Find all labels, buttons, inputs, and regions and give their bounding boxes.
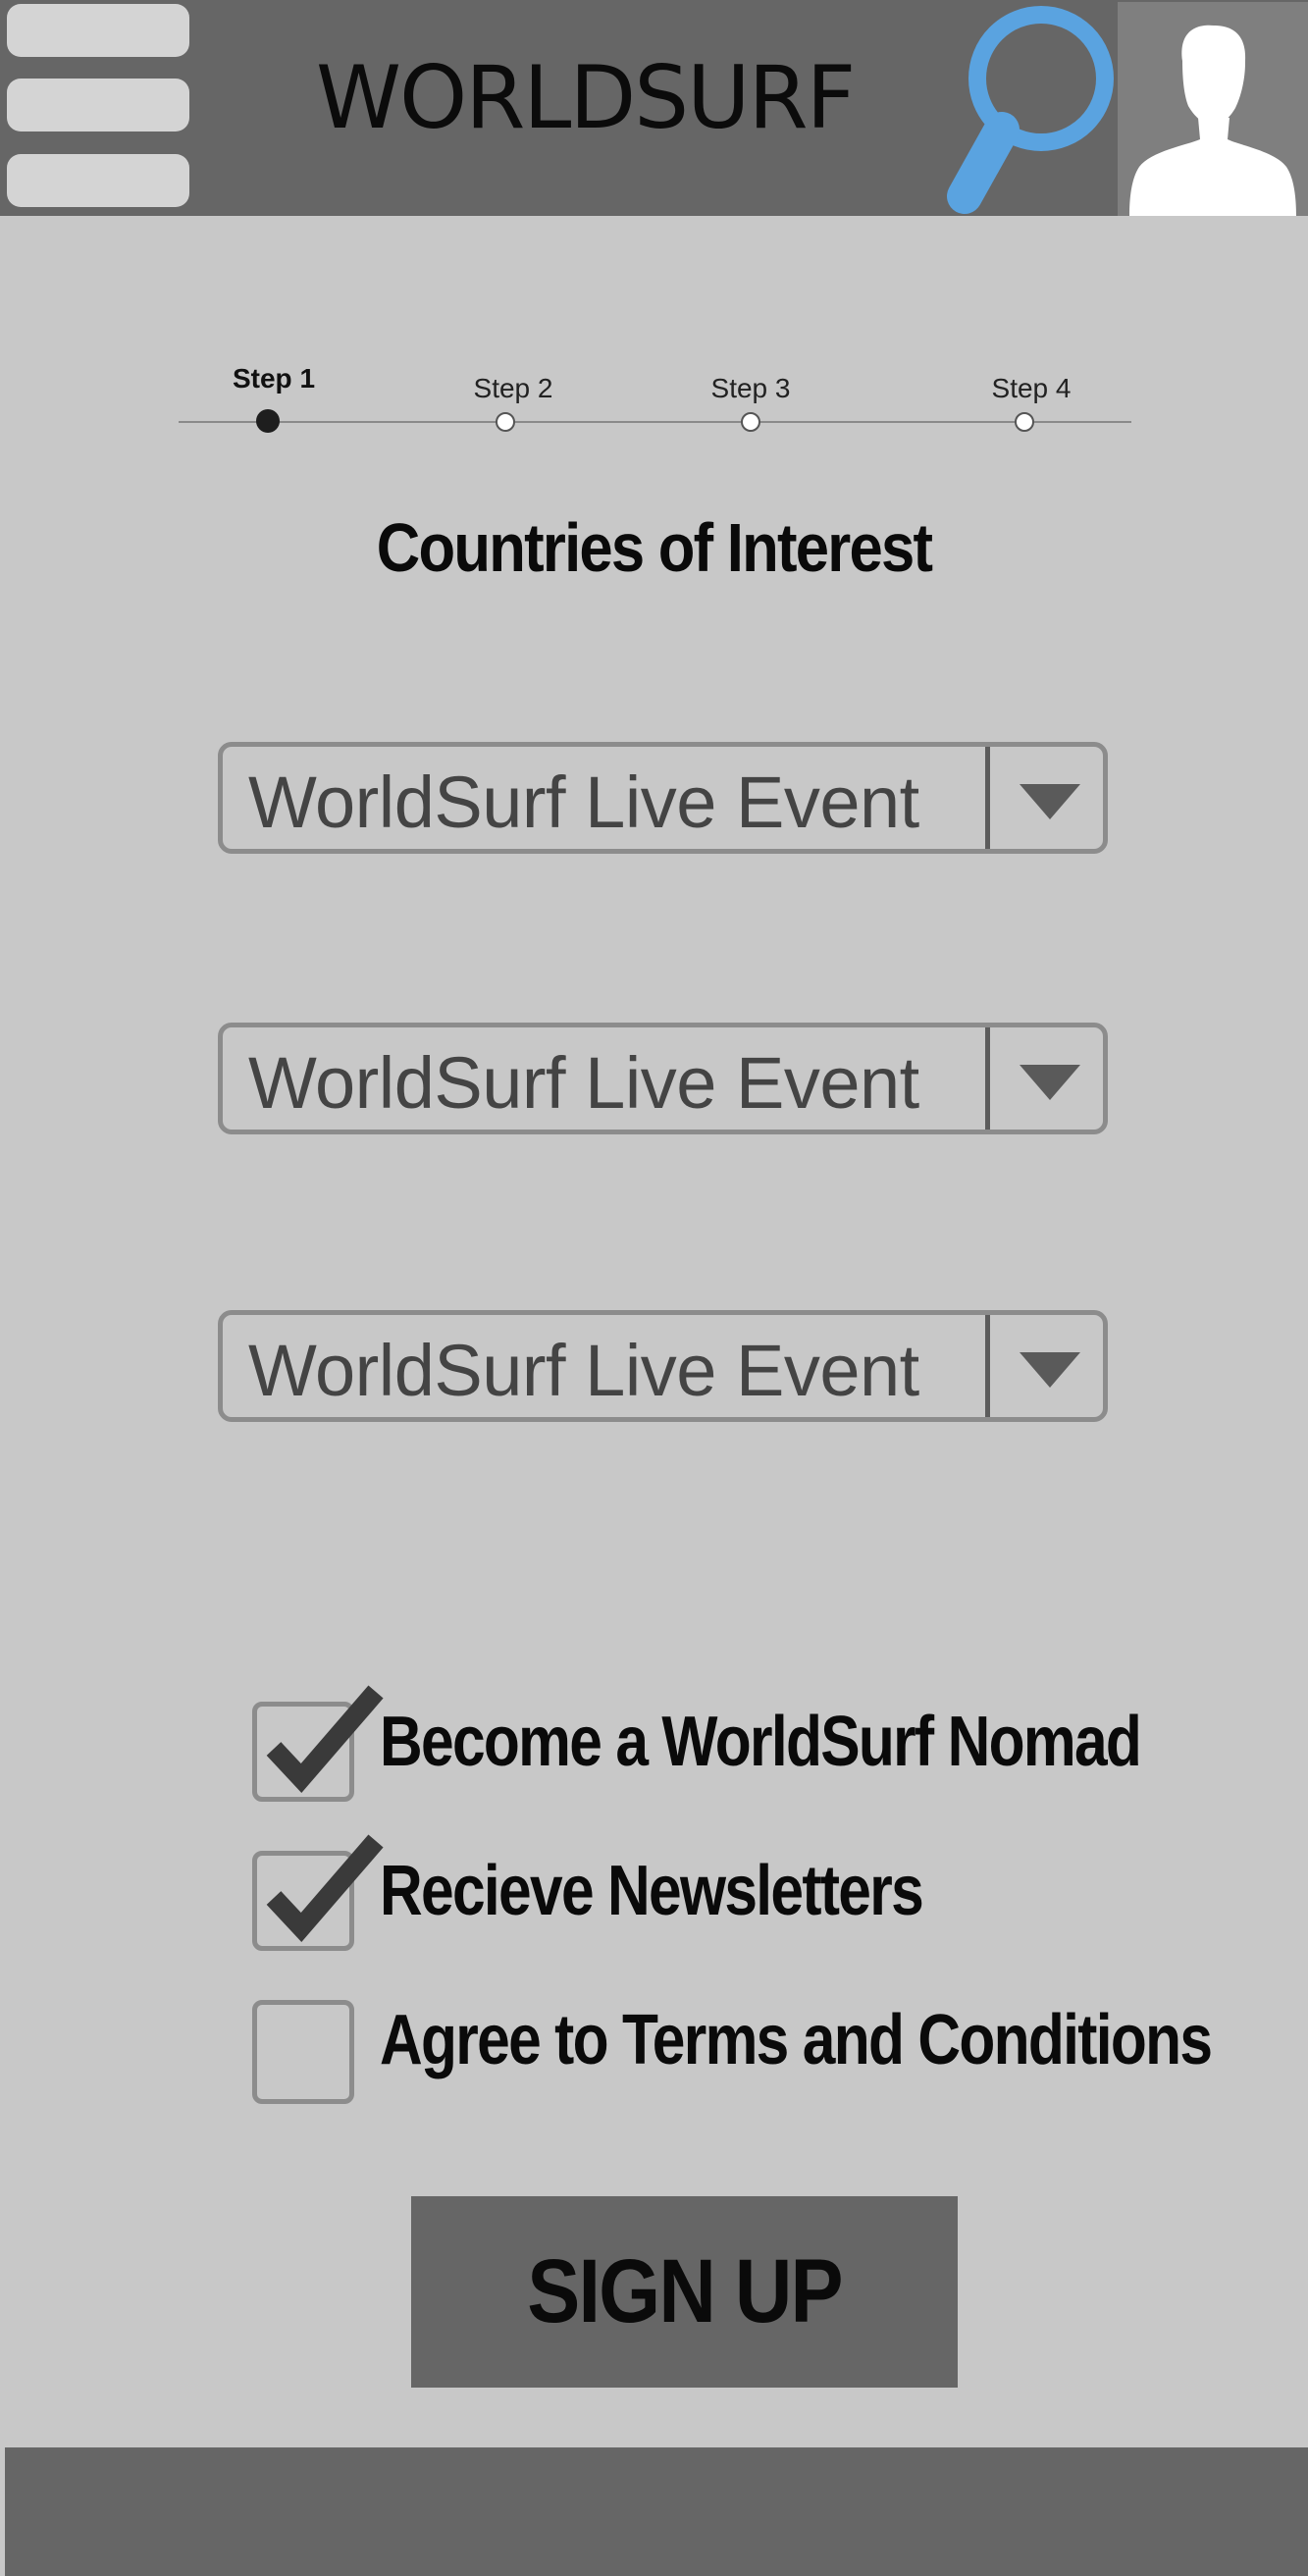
step-4-dot	[1015, 412, 1034, 432]
step-3-label: Step 3	[710, 373, 791, 403]
select-divider	[985, 747, 990, 849]
page-title: Countries of Interest	[376, 509, 933, 586]
select-divider	[985, 1315, 990, 1417]
step-2-dot	[496, 412, 515, 432]
country-select-value: WorldSurf Live Event	[248, 762, 919, 843]
step-1-label: Step 1	[232, 363, 316, 394]
newsletter-checkbox-row[interactable]: Recieve Newsletters	[252, 1834, 1302, 1959]
step-3-dot	[741, 412, 760, 432]
step-1-dot	[256, 409, 280, 433]
country-select-1[interactable]: WorldSurf Live Event	[218, 742, 1108, 854]
country-select-3[interactable]: WorldSurf Live Event	[218, 1310, 1108, 1422]
footer-bar	[5, 2447, 1308, 2576]
country-select-value: WorldSurf Live Event	[248, 1330, 919, 1411]
chevron-down-icon[interactable]	[1020, 1352, 1080, 1388]
sign-up-label: SIGN UP	[527, 2241, 843, 2341]
stepper-track	[179, 421, 1131, 423]
nomad-checkbox-label: Become a WorldSurf Nomad	[380, 1703, 1142, 1781]
nomad-checkbox-row[interactable]: Become a WorldSurf Nomad	[252, 1685, 1302, 1810]
sign-up-button[interactable]: SIGN UP	[411, 2196, 958, 2388]
checkmark-icon	[266, 1834, 384, 1942]
terms-checkbox-row[interactable]: Agree to Terms and Conditions	[252, 2000, 1302, 2108]
terms-checkbox[interactable]	[252, 2000, 354, 2104]
newsletter-checkbox-label: Recieve Newsletters	[380, 1852, 924, 1930]
chevron-down-icon[interactable]	[1020, 784, 1080, 819]
step-4-label: Step 4	[991, 373, 1072, 403]
select-divider	[985, 1027, 990, 1130]
terms-checkbox-label: Agree to Terms and Conditions	[380, 2001, 1213, 2079]
country-select-2[interactable]: WorldSurf Live Event	[218, 1023, 1108, 1134]
country-select-value: WorldSurf Live Event	[248, 1042, 919, 1124]
checkmark-icon	[266, 1685, 384, 1793]
progress-stepper: Step 1 Step 2 Step 3 Step 4	[0, 0, 1308, 451]
chevron-down-icon[interactable]	[1020, 1065, 1080, 1100]
step-2-label: Step 2	[473, 373, 553, 403]
